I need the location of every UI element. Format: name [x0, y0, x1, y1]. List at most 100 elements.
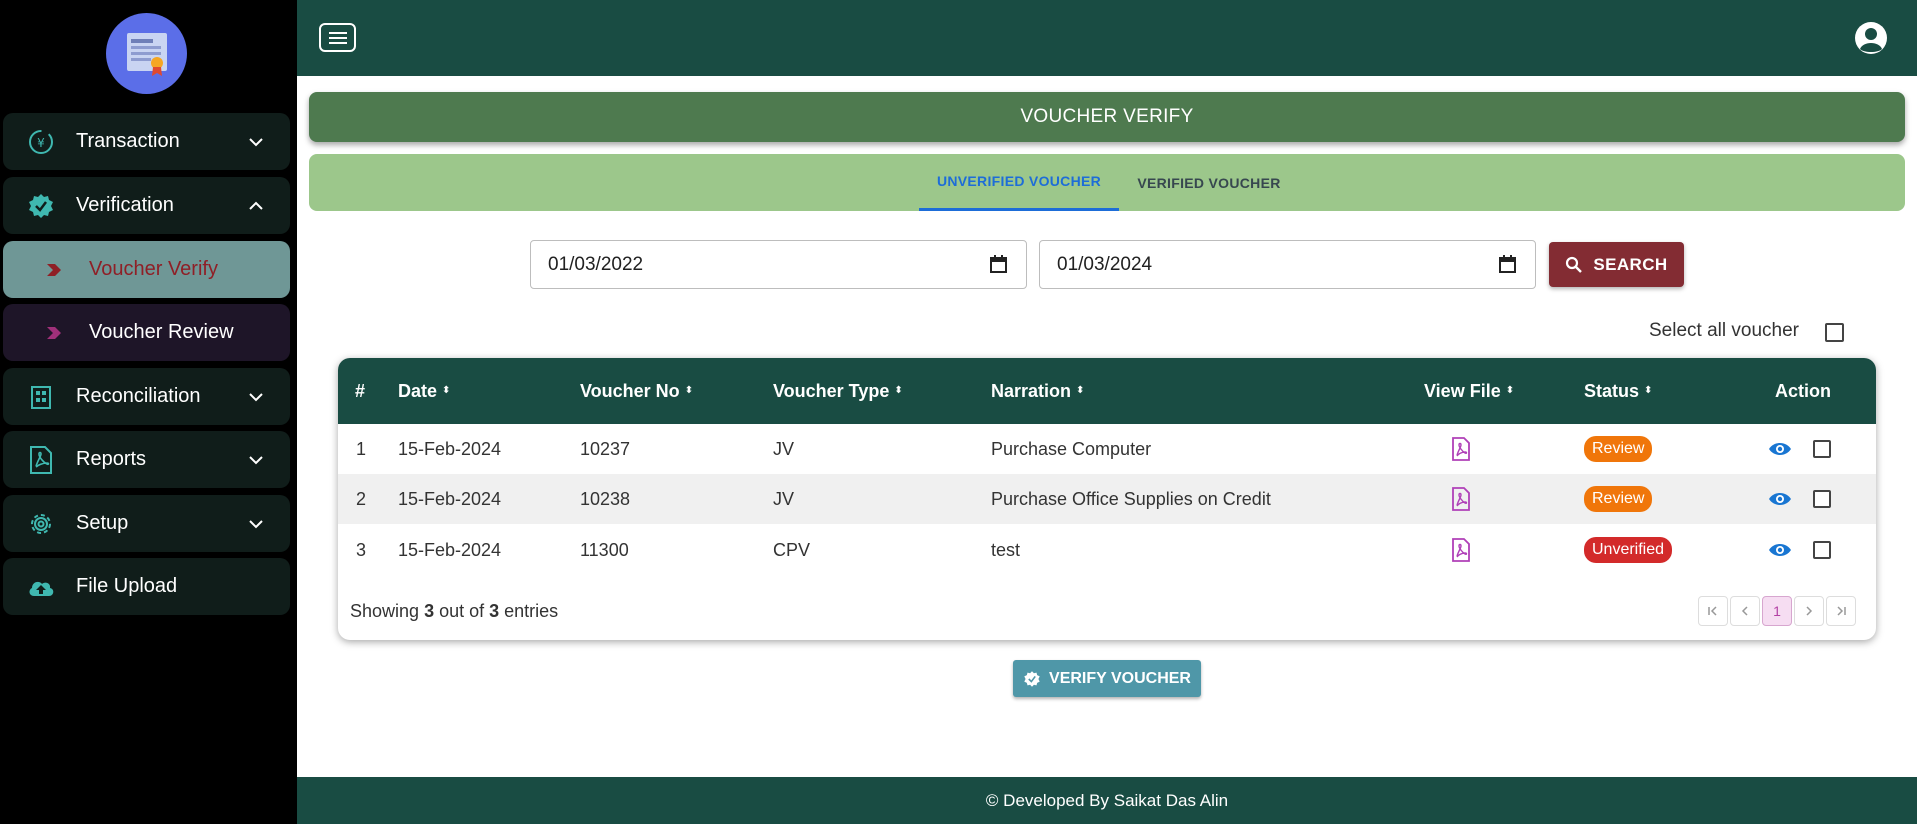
- to-date-input[interactable]: 01/03/2024: [1039, 240, 1536, 289]
- sidebar-item-label: Voucher Verify: [89, 258, 218, 280]
- table-row: 2 15-Feb-2024 10238 JV Purchase Office S…: [338, 474, 1876, 524]
- cell-voucher-no: 11300: [580, 539, 629, 560]
- table-header: # Date ⬍ Voucher No ⬍ Voucher Type ⬍ Narrat…: [338, 358, 1876, 424]
- cell-narration: Purchase Computer: [991, 438, 1152, 459]
- status-cell: Review: [1584, 474, 1653, 524]
- pdf-file-icon[interactable]: [1451, 424, 1471, 474]
- cell-date: 15-Feb-2024: [398, 438, 502, 459]
- status-badge: Unverified: [1584, 537, 1673, 563]
- from-date-input[interactable]: 01/03/2022: [530, 240, 1027, 289]
- row-checkbox-cell: [1813, 424, 1831, 474]
- next-page-button[interactable]: [1794, 596, 1824, 626]
- eye-icon[interactable]: [1768, 474, 1792, 524]
- sidebar-item-label: Setup: [76, 512, 129, 534]
- cell-narration: Purchase Office Supplies on Credit: [991, 488, 1271, 509]
- cell-narration: test: [991, 539, 1021, 560]
- row-checkbox-cell: [1813, 525, 1831, 575]
- row-checkbox-cell: [1813, 474, 1831, 524]
- menu-toggle-button[interactable]: [319, 23, 356, 52]
- chevron-up-icon: [244, 194, 268, 218]
- verified-badge-icon: [23, 188, 59, 224]
- page-button-current[interactable]: 1: [1762, 596, 1792, 626]
- sort-icon: ⬍: [1644, 385, 1653, 396]
- column-header-voucher-type[interactable]: Voucher Type ⬍: [773, 358, 903, 424]
- chevron-arrow-icon: [45, 326, 69, 340]
- cell-voucher-type: JV: [773, 488, 795, 509]
- column-label: #: [355, 380, 366, 401]
- sidebar-item-voucher-review[interactable]: Voucher Review: [3, 304, 290, 361]
- cell-voucher-no: 10237: [580, 438, 631, 459]
- column-label: View File: [1424, 380, 1501, 401]
- menu-icon-line: [328, 36, 347, 39]
- verify-voucher-button[interactable]: VERIFY VOUCHER: [1013, 660, 1201, 697]
- search-icon: [1566, 256, 1583, 273]
- footer-text: © Developed By Saikat Das Alin: [985, 790, 1229, 810]
- column-header-date[interactable]: Date ⬍: [398, 358, 450, 424]
- first-page-button[interactable]: [1698, 596, 1728, 626]
- sidebar-item-voucher-verify[interactable]: Voucher Verify: [3, 241, 290, 298]
- search-button-label: SEARCH: [1593, 254, 1668, 274]
- cell-voucher-type: CPV: [773, 539, 811, 560]
- column-label: Status: [1584, 380, 1640, 401]
- sidebar-item-transaction[interactable]: ¥ Transaction: [3, 113, 290, 170]
- chevron-down-icon: [244, 448, 268, 472]
- row-checkbox[interactable]: [1813, 440, 1831, 458]
- currency-cycle-icon: ¥: [23, 124, 59, 160]
- sort-icon: ⬍: [442, 385, 451, 396]
- column-header-view-file[interactable]: View File ⬍: [1424, 358, 1514, 424]
- prev-page-button[interactable]: [1730, 596, 1760, 626]
- chevron-arrow-icon: [45, 263, 69, 277]
- cell-voucher-no: 10238: [580, 488, 631, 509]
- sidebar-item-reports[interactable]: Reports: [3, 431, 290, 488]
- calendar-icon[interactable]: [989, 255, 1008, 274]
- showing-middle: out of: [434, 601, 490, 621]
- status-badge: Review: [1584, 436, 1653, 462]
- sort-icon: ⬍: [684, 385, 694, 396]
- column-label: Voucher No: [580, 380, 680, 401]
- pdf-file-icon[interactable]: [1451, 474, 1471, 524]
- eye-icon[interactable]: [1768, 424, 1792, 474]
- select-all-checkbox[interactable]: [1825, 323, 1844, 342]
- tab-verified-voucher[interactable]: VERIFIED VOUCHER: [1119, 154, 1299, 211]
- search-button[interactable]: SEARCH: [1549, 242, 1684, 287]
- from-date-value: 01/03/2022: [548, 253, 644, 275]
- building-icon: [23, 379, 59, 415]
- row-checkbox[interactable]: [1813, 490, 1831, 508]
- row-checkbox[interactable]: [1813, 541, 1831, 559]
- calendar-icon[interactable]: [1498, 255, 1517, 274]
- eye-icon[interactable]: [1768, 525, 1792, 575]
- account-icon[interactable]: [1853, 20, 1889, 56]
- column-label: Action: [1775, 380, 1831, 401]
- verify-voucher-label: VERIFY VOUCHER: [1049, 669, 1191, 687]
- column-header-status[interactable]: Status ⬍: [1584, 358, 1652, 424]
- column-label: Date: [398, 380, 438, 401]
- showing-suffix: entries: [499, 601, 559, 621]
- showing-total: 3: [489, 601, 500, 621]
- sidebar-item-setup[interactable]: Setup: [3, 495, 290, 552]
- sidebar-item-label: File Upload: [76, 575, 178, 597]
- status-cell: Review: [1584, 424, 1653, 474]
- column-header-narration[interactable]: Narration ⬍: [991, 358, 1084, 424]
- pdf-file-icon[interactable]: [1451, 525, 1471, 575]
- page-title: VOUCHER VERIFY: [309, 92, 1905, 142]
- status-cell: Unverified: [1584, 525, 1673, 575]
- sidebar-item-label: Reports: [76, 448, 147, 470]
- column-label: Voucher Type: [773, 380, 890, 401]
- sidebar-item-verification[interactable]: Verification: [3, 177, 290, 234]
- cell-date: 15-Feb-2024: [398, 539, 502, 560]
- table-row: 3 15-Feb-2024 11300 CPV test Unverified: [338, 525, 1876, 575]
- menu-icon-line: [328, 31, 347, 34]
- sidebar-item-label: Voucher Review: [89, 321, 234, 343]
- column-header-voucher-no[interactable]: Voucher No ⬍: [580, 358, 693, 424]
- cloud-upload-icon: [23, 569, 59, 605]
- sort-icon: ⬍: [894, 385, 903, 396]
- showing-entries-text: Showing 3 out of 3 entries: [350, 601, 558, 622]
- tab-unverified-voucher[interactable]: UNVERIFIED VOUCHER: [919, 154, 1119, 211]
- sidebar-item-file-upload[interactable]: File Upload: [3, 558, 290, 615]
- last-page-button[interactable]: [1826, 596, 1856, 626]
- tabs-bar: UNVERIFIED VOUCHER VERIFIED VOUCHER: [309, 154, 1905, 211]
- to-date-value: 01/03/2024: [1057, 253, 1153, 275]
- sidebar-item-reconciliation[interactable]: Reconciliation: [3, 368, 290, 425]
- chevron-down-icon: [244, 512, 268, 536]
- sidebar-item-label: Verification: [76, 194, 174, 216]
